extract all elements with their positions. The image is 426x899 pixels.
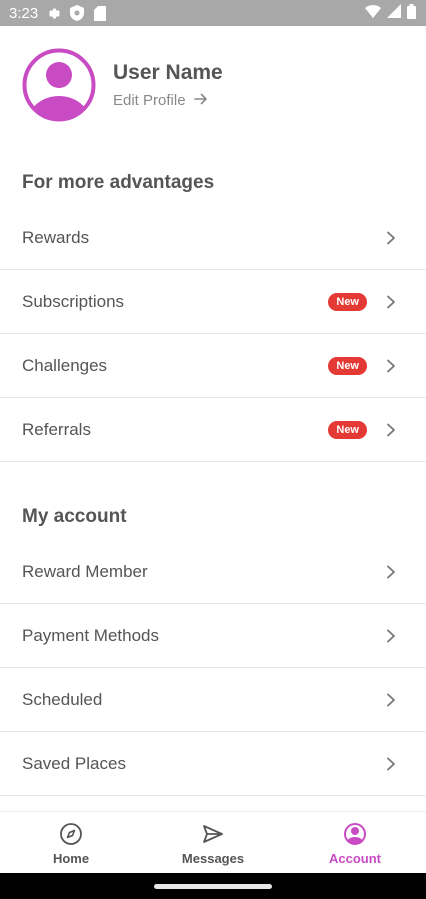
section-title-my-account: My account [22, 506, 127, 527]
signal-icon [387, 4, 401, 22]
send-icon [201, 822, 225, 851]
new-badge: New [328, 356, 367, 375]
avatar[interactable] [22, 48, 96, 122]
menu-item-label: Referrals [22, 419, 91, 439]
menu-item-label: Payment Methods [22, 625, 160, 645]
menu-item-label: Scheduled [22, 689, 103, 709]
nav-item-home[interactable]: Home [0, 812, 142, 873]
nav-item-messages[interactable]: Messages [142, 812, 284, 873]
menu-item-rewards[interactable]: Rewards [0, 206, 426, 270]
bottom-nav: Home Messages Account [0, 811, 426, 873]
chevron-right-icon [385, 757, 397, 771]
menu-item-label: Rewards [22, 227, 90, 247]
chevron-right-icon [385, 629, 397, 643]
compass-icon [59, 822, 83, 851]
nav-label: Home [52, 851, 90, 866]
menu-item-label: Saved Places [22, 753, 126, 773]
menu-item-referrals[interactable]: Referrals New [0, 398, 426, 462]
nav-item-account[interactable]: Account [284, 812, 426, 873]
section-title-advantages: For more advantages [22, 172, 215, 193]
menu-item-label: Challenges [22, 355, 108, 375]
gear-icon [46, 5, 62, 21]
chevron-right-icon [385, 359, 397, 373]
new-badge: New [328, 292, 367, 311]
home-gesture-handle[interactable] [154, 884, 272, 889]
chevron-right-icon [385, 231, 397, 245]
status-time: 3:23 [9, 4, 39, 22]
profile-header[interactable]: User Name Edit Profile [0, 26, 426, 144]
menu-item-label: Reward Member [22, 561, 148, 581]
menu-item-payment-methods[interactable]: Payment Methods [0, 604, 426, 668]
chevron-right-icon [385, 423, 397, 437]
arrow-right-icon [193, 92, 208, 109]
chevron-right-icon [385, 295, 397, 309]
chevron-right-icon [385, 565, 397, 579]
account-icon [343, 822, 367, 851]
menu-item-reward-member[interactable]: Reward Member [0, 540, 426, 604]
chevron-right-icon [385, 693, 397, 707]
menu-item-saved-places[interactable]: Saved Places [0, 732, 426, 796]
menu-item-challenges[interactable]: Challenges New [0, 334, 426, 398]
nav-label: Account [329, 851, 381, 866]
status-bar: 3:23 [0, 0, 426, 26]
menu-item-subscriptions[interactable]: Subscriptions New [0, 270, 426, 334]
nav-label: Messages [181, 851, 245, 866]
battery-icon [407, 3, 416, 23]
system-gesture-bar [0, 873, 426, 899]
new-badge: New [328, 420, 367, 439]
edit-profile-link[interactable]: Edit Profile [113, 92, 208, 109]
user-name: User Name [113, 61, 223, 84]
shield-icon [69, 5, 85, 21]
wifi-icon [365, 4, 381, 22]
menu-item-label: Subscriptions [22, 291, 125, 311]
menu-item-scheduled[interactable]: Scheduled [0, 668, 426, 732]
sd-card-icon [92, 5, 108, 21]
edit-profile-label: Edit Profile [113, 92, 186, 109]
